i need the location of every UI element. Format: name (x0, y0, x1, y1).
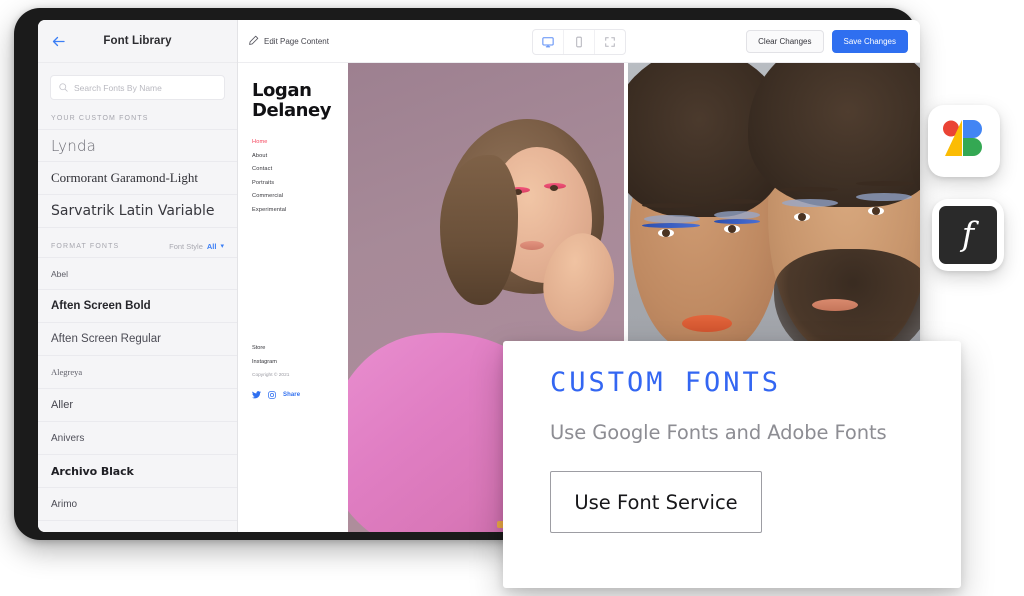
font-style-filter-value: All (206, 242, 217, 251)
custom-fonts-subheading: Use Google Fonts and Adobe Fonts (550, 421, 887, 444)
desktop-icon[interactable] (533, 30, 563, 54)
nav-link-home[interactable]: Home (252, 139, 348, 145)
format-fonts-section-header: FORMAT FONTS Font Style All ▾ (38, 228, 237, 257)
list-item[interactable]: Archivo Black (38, 455, 237, 488)
custom-fonts-section-label: YOUR CUSTOM FONTS (51, 115, 149, 122)
viewport-toggle-group (532, 29, 626, 55)
format-fonts-section-label: FORMAT FONTS (51, 243, 120, 250)
preview-footer: Store Instagram Copyright © 2021 Share (252, 345, 300, 404)
instagram-icon[interactable] (268, 386, 276, 404)
nav-link-contact[interactable]: Contact (252, 166, 348, 172)
search-icon (59, 79, 68, 97)
list-item[interactable]: Aften Screen Regular (38, 323, 237, 356)
twitter-icon[interactable] (252, 386, 261, 404)
mobile-icon[interactable] (563, 30, 594, 54)
font-style-filter-dropdown[interactable]: Font Style All ▾ (169, 234, 224, 251)
custom-fonts-heading: CUSTOM FONTS (550, 367, 782, 398)
footer-link-store[interactable]: Store (252, 345, 300, 351)
list-item[interactable]: Anivers (38, 422, 237, 455)
site-title-line1: Logan (252, 80, 312, 101)
nav-link-commercial[interactable]: Commercial (252, 193, 348, 199)
list-item[interactable]: Sarvatrik Latin Variable (38, 195, 237, 228)
preview-nav: Home About Contact Portraits Commercial … (252, 139, 348, 213)
google-fonts-icon[interactable] (928, 105, 1000, 177)
footer-link-instagram[interactable]: Instagram (252, 359, 300, 365)
save-changes-button[interactable]: Save Changes (831, 29, 908, 53)
copyright-text: Copyright © 2021 (252, 373, 290, 378)
preview-site-sidebar: Logan Delaney Home About Contact Portrai… (238, 63, 348, 532)
adobe-fonts-glyph: f (939, 206, 997, 264)
list-item[interactable]: Aften Screen Bold (38, 290, 237, 323)
nav-link-about[interactable]: About (252, 153, 348, 159)
list-item[interactable]: Alegreya (38, 356, 237, 389)
share-button[interactable]: Share (283, 392, 300, 398)
fullscreen-icon[interactable] (594, 30, 625, 54)
sidebar-header: Font Library (38, 20, 237, 63)
adobe-fonts-icon[interactable]: f (932, 199, 1004, 271)
nav-link-experimental[interactable]: Experimental (252, 207, 348, 213)
pencil-icon (248, 35, 259, 48)
custom-fonts-card: CUSTOM FONTS Use Google Fonts and Adobe … (503, 341, 961, 588)
custom-fonts-list: Lynda Cormorant Garamond-Light Sarvatrik… (38, 129, 237, 228)
site-title-line2: Delaney (252, 100, 332, 121)
format-fonts-list: Abel Aften Screen Bold Aften Screen Regu… (38, 257, 237, 521)
back-arrow-icon[interactable] (50, 33, 66, 49)
nav-link-portraits[interactable]: Portraits (252, 180, 348, 186)
font-style-filter-label: Font Style (169, 242, 203, 251)
page-title: Font Library (103, 35, 172, 47)
list-item[interactable]: Cormorant Garamond-Light (38, 162, 237, 195)
editor-toolbar: Edit Page Content Clear Changes Save Cha… (238, 20, 920, 63)
search-box[interactable] (50, 75, 225, 100)
site-title: Logan Delaney (252, 81, 348, 121)
list-item[interactable]: Arimo (38, 488, 237, 521)
list-item[interactable]: Aller (38, 389, 237, 422)
edit-page-content-label: Edit Page Content (264, 36, 329, 46)
list-item[interactable]: Abel (38, 257, 237, 290)
search-input[interactable] (74, 82, 216, 93)
clear-changes-button[interactable]: Clear Changes (746, 29, 824, 53)
list-item[interactable]: Lynda (38, 129, 237, 162)
social-row: Share (252, 386, 300, 404)
use-font-service-button[interactable]: Use Font Service (550, 471, 762, 533)
edit-page-content-button[interactable]: Edit Page Content (248, 35, 329, 48)
font-library-sidebar: Font Library YOUR CUSTOM FONTS Lynda Cor… (38, 20, 238, 532)
toolbar-actions: Clear Changes Save Changes (746, 29, 908, 53)
chevron-down-icon: ▾ (220, 243, 224, 250)
